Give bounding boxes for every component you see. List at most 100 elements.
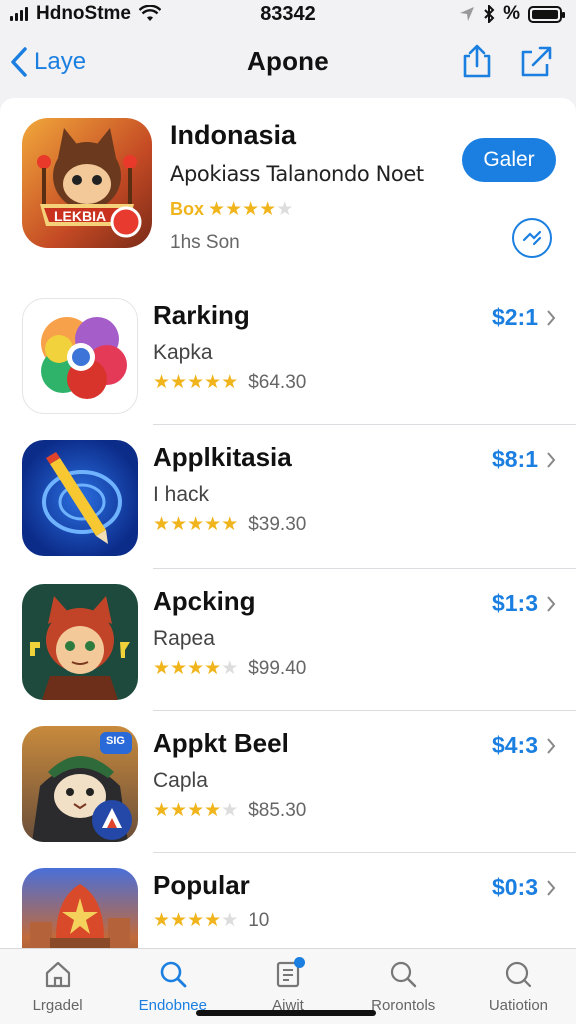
- rating-text: $39.30: [248, 514, 307, 535]
- price-button[interactable]: $1:3: [492, 590, 556, 617]
- star-icon: ★: [153, 372, 171, 393]
- app-icon: [22, 298, 138, 414]
- star-icon: ★: [204, 514, 222, 535]
- rating-text: $99.40: [248, 658, 307, 679]
- star-rating: ★★★★★: [153, 515, 238, 535]
- app-price: $1:3: [491, 590, 538, 616]
- app-subtitle: Kapka: [153, 341, 213, 364]
- app-list-sheet: LEKBIA Indonasia Apokiass Talanondo Noet…: [0, 98, 576, 948]
- star-icon: ★: [170, 658, 188, 679]
- refresh-icon: [522, 230, 542, 246]
- star-rating: ★★★★★: [208, 200, 293, 220]
- icon-badge-label: SIG: [106, 735, 125, 747]
- star-icon: ★: [153, 910, 171, 931]
- navigation-bar: Laye Apone: [0, 34, 576, 90]
- star-icon: ★: [153, 658, 171, 679]
- price-button[interactable]: $8:1: [492, 446, 556, 473]
- featured-rating: Box ★★★★★: [170, 199, 293, 220]
- app-subtitle: I hack: [153, 483, 210, 506]
- tab-label: Rorontols: [371, 997, 436, 1014]
- star-icon: ★: [221, 910, 239, 931]
- app-name: Apcking: [153, 586, 256, 616]
- star-icon: ★: [153, 514, 171, 535]
- star-icon: ★: [204, 658, 222, 679]
- star-rating: ★★★★★: [153, 659, 238, 679]
- app-icon: [22, 868, 138, 948]
- star-icon: ★: [187, 514, 205, 535]
- app-rating: ★★★★★ $39.30: [153, 514, 306, 536]
- star-rating: ★★★★★: [153, 911, 238, 931]
- character-icon: [30, 596, 130, 700]
- share-icon: [463, 44, 491, 78]
- castle-icon: [30, 884, 130, 948]
- more-options-button[interactable]: [512, 218, 552, 258]
- tab-profile[interactable]: Uatiotion: [461, 949, 576, 1024]
- app-price: $0:3: [491, 874, 538, 900]
- pencil-icon: [42, 452, 122, 544]
- app-rating: ★★★★★ 10: [153, 910, 269, 932]
- rating-text: $85.30: [248, 800, 307, 821]
- star-rating: ★★★★★: [153, 801, 238, 821]
- clock: 83342: [260, 2, 316, 25]
- featured-app[interactable]: LEKBIA Indonasia Apokiass Talanondo Noet…: [0, 98, 576, 268]
- list-item[interactable]: Apcking Rapea ★★★★★ $99.40 $1:3: [0, 584, 576, 726]
- nav-actions: [458, 42, 556, 80]
- featured-app-icon: LEKBIA: [22, 118, 152, 248]
- app-name: Popular: [153, 870, 250, 900]
- star-rating: ★★★★★: [153, 373, 238, 393]
- star-icon: ★: [208, 198, 226, 220]
- chevron-right-icon: [547, 309, 556, 326]
- app-name: Appkt Beel: [153, 728, 289, 758]
- star-icon: ★: [221, 514, 239, 535]
- export-button[interactable]: [518, 42, 556, 80]
- home-icon: [45, 961, 70, 988]
- tab-home[interactable]: Lrgadel: [0, 949, 115, 1024]
- featured-app-size: 1hs Son: [170, 232, 240, 253]
- star-icon: ★: [276, 198, 294, 220]
- app-price: $2:1: [491, 304, 538, 330]
- get-button[interactable]: Galer: [462, 138, 556, 182]
- app-icon: SIG: [22, 726, 138, 842]
- list-item[interactable]: SIG Appkt Beel Capla ★★★★★ $85.30 $4:3: [0, 726, 576, 868]
- star-icon: ★: [153, 800, 171, 821]
- star-icon: ★: [170, 372, 188, 393]
- app-subtitle: Rapea: [153, 627, 215, 650]
- home-indicator[interactable]: [196, 1010, 376, 1016]
- notification-badge: [294, 957, 306, 968]
- divider: [153, 710, 576, 711]
- star-icon: ★: [259, 198, 277, 220]
- list-item[interactable]: Popular ★★★★★ 10 $0:3: [0, 868, 576, 948]
- featured-rating-label: Box: [170, 199, 205, 219]
- app-icon: [22, 440, 138, 556]
- list-item[interactable]: Rarking Kapka ★★★★★ $64.30 $2:1: [0, 298, 576, 440]
- star-icon: ★: [170, 800, 188, 821]
- star-icon: ★: [225, 198, 243, 220]
- star-icon: ★: [187, 800, 205, 821]
- star-icon: ★: [221, 658, 239, 679]
- featured-app-name: Indonasia: [170, 120, 297, 150]
- chevron-right-icon: [547, 879, 556, 896]
- export-icon: [521, 46, 552, 77]
- app-name: Applkitasia: [153, 442, 292, 472]
- search-icon: [160, 961, 187, 988]
- color-swirl-icon: [41, 317, 127, 399]
- tab-label: Uatiotion: [488, 997, 549, 1014]
- app-price: $8:1: [491, 446, 538, 472]
- app-rating: ★★★★★ $85.30: [153, 800, 306, 822]
- rating-text: $64.30: [248, 372, 307, 393]
- price-button[interactable]: $0:3: [492, 874, 556, 901]
- price-button[interactable]: $2:1: [492, 304, 556, 331]
- price-button[interactable]: $4:3: [492, 732, 556, 759]
- app-price: $4:3: [491, 732, 538, 758]
- star-icon: ★: [187, 658, 205, 679]
- star-icon: ★: [204, 910, 222, 931]
- search-icon: [391, 961, 417, 988]
- tab-label: Lrgadel: [32, 997, 83, 1014]
- share-button[interactable]: [458, 42, 496, 80]
- chevron-right-icon: [547, 737, 556, 754]
- star-icon: ★: [204, 800, 222, 821]
- chevron-right-icon: [547, 595, 556, 612]
- featured-icon-banner: LEKBIA: [54, 208, 107, 224]
- star-icon: ★: [187, 372, 205, 393]
- list-item[interactable]: Applkitasia I hack ★★★★★ $39.30 $8:1: [0, 440, 576, 582]
